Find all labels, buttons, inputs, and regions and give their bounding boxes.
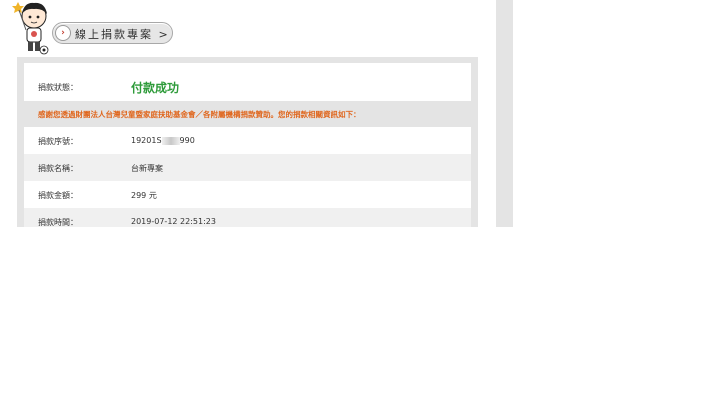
redacted-mask	[161, 136, 180, 145]
scrollbar-track[interactable]	[496, 0, 513, 227]
time-value: 2019-07-12 22:51:23	[131, 217, 216, 226]
thank-you-notice: 感謝您透過財團法人台灣兒童暨家庭扶助基金會／各附屬機構捐款贊助。您的捐款相關資訊…	[17, 103, 478, 125]
online-donation-project-button[interactable]: › 線上捐款專案 >	[52, 22, 173, 44]
header-title: 線上捐款專案 >	[75, 28, 170, 41]
time-label: 捐款時間：	[38, 218, 78, 227]
notice-text: 感謝您透過財團法人台灣兒童暨家庭扶助基金會／各附屬機構捐款贊助。您的捐款相關資訊…	[38, 110, 361, 119]
amount-row: 捐款金額： 299 元	[24, 181, 471, 208]
project-name-value: 台新專案	[131, 164, 163, 173]
donation-receipt-panel: 捐款狀態： 付款成功 感謝您透過財團法人台灣兒童暨家庭扶助基金會／各附屬機構捐款…	[17, 57, 478, 227]
project-name-label: 捐款名稱：	[38, 164, 78, 173]
serial-label: 捐款序號：	[38, 137, 78, 146]
status-label: 捐款狀態：	[38, 83, 78, 92]
time-row: 捐款時間： 2019-07-12 22:51:23	[24, 208, 471, 227]
status-row: 捐款狀態： 付款成功	[24, 63, 471, 101]
chevron-right-icon: ›	[55, 25, 71, 41]
project-name-row: 捐款名稱： 台新專案	[24, 154, 471, 181]
mascot-logo	[12, 2, 49, 55]
serial-row: 捐款序號： 19201S 990	[24, 127, 471, 154]
status-value: 付款成功	[131, 81, 180, 95]
amount-value: 299 元	[131, 191, 157, 200]
serial-value: 19201S 990	[131, 136, 195, 145]
amount-label: 捐款金額：	[38, 191, 78, 200]
